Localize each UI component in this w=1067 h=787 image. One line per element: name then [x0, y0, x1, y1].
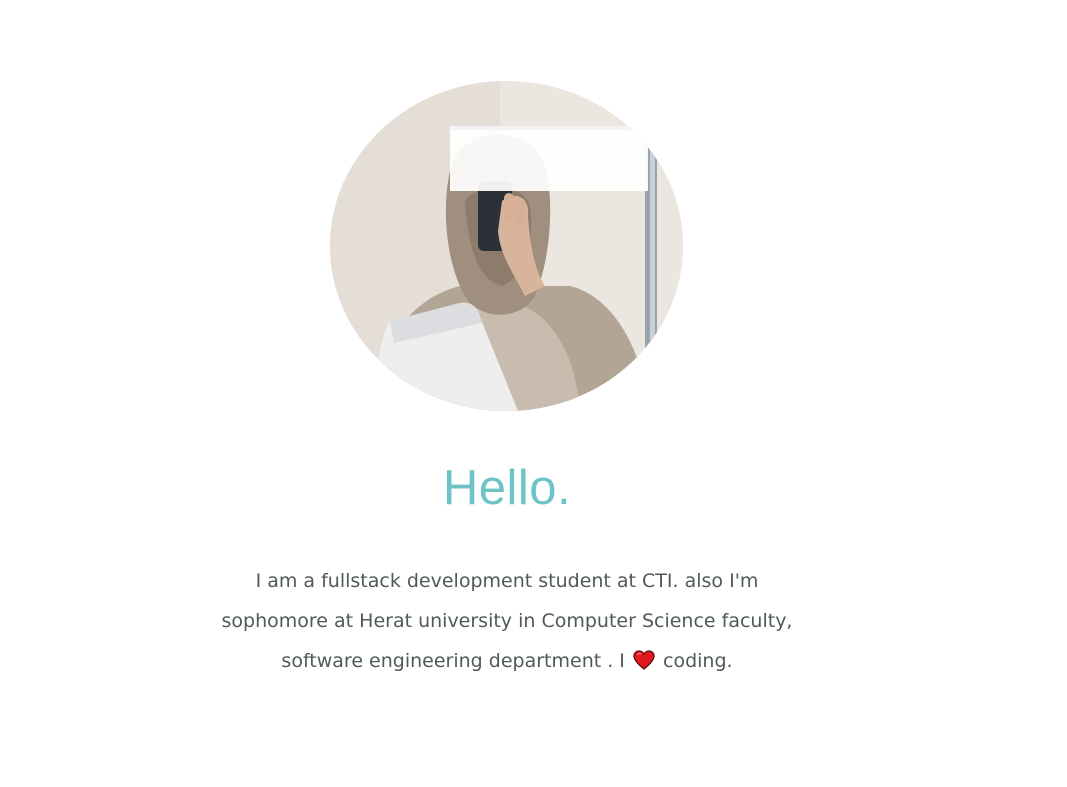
greeting-title: Hello. — [442, 461, 572, 515]
bio-line-3-end: coding. — [663, 650, 733, 672]
bio-line-3-start: software engineering department . I — [281, 650, 625, 672]
bio-line-2: sophomore at Herat university in Compute… — [221, 610, 793, 632]
bio-line-1: I am a fullstack development student at … — [255, 570, 759, 592]
bio-line-3: software engineering department . I codi… — [200, 641, 814, 684]
bio-text: I am a fullstack development student at … — [200, 561, 814, 684]
profile-photo — [330, 81, 683, 411]
heart-icon — [633, 644, 655, 684]
profile-photo-illustration — [330, 81, 683, 411]
